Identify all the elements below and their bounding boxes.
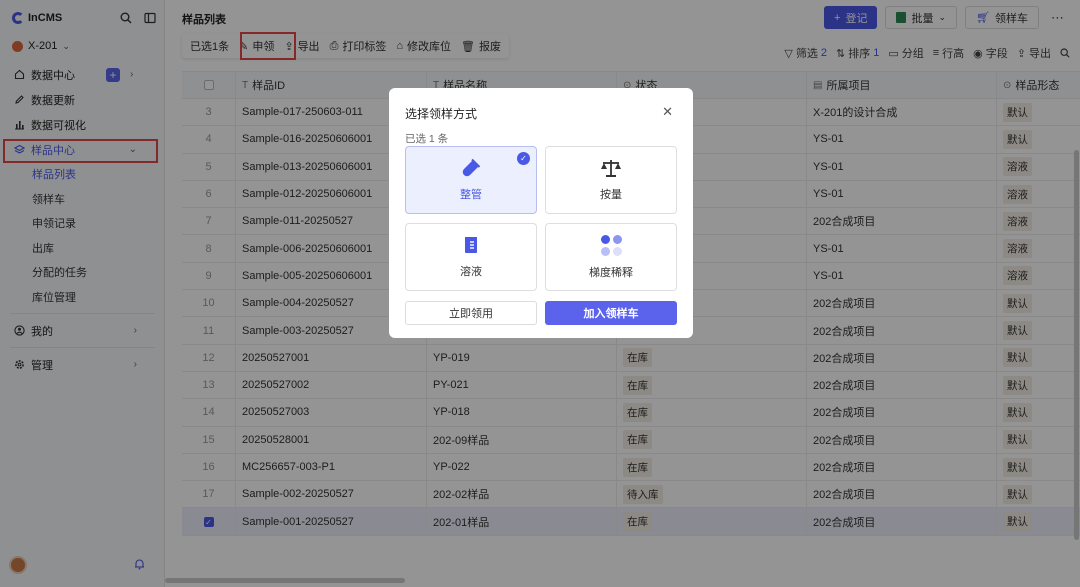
test-tube-icon [461, 158, 481, 178]
apply-now-button[interactable]: 立即领用 [405, 301, 537, 325]
dialog-selected-count: 已选 1 条 [405, 133, 449, 145]
dialog-title: 选择领样方式 [405, 107, 478, 121]
select-collection-method-dialog: 选择领样方式 ✕ 已选 1 条 ✓ 整管 按量 溶液 梯度稀释 立即领用 加入领… [389, 88, 693, 338]
scale-icon [600, 158, 622, 178]
option-solution[interactable]: 溶液 [405, 223, 537, 291]
option-gradient-dilution[interactable]: 梯度稀释 [545, 223, 677, 291]
add-to-cart-button[interactable]: 加入领样车 [545, 301, 677, 325]
gradient-dots-icon [600, 234, 622, 256]
check-icon: ✓ [517, 152, 530, 165]
option-label: 溶液 [460, 266, 482, 278]
close-icon[interactable]: ✕ [662, 104, 673, 120]
option-label: 按量 [600, 189, 622, 201]
option-whole-tube[interactable]: ✓ 整管 [405, 146, 537, 214]
option-by-amount[interactable]: 按量 [545, 146, 677, 214]
beaker-icon [461, 235, 481, 255]
option-label: 整管 [460, 189, 482, 201]
option-label: 梯度稀释 [589, 266, 633, 279]
